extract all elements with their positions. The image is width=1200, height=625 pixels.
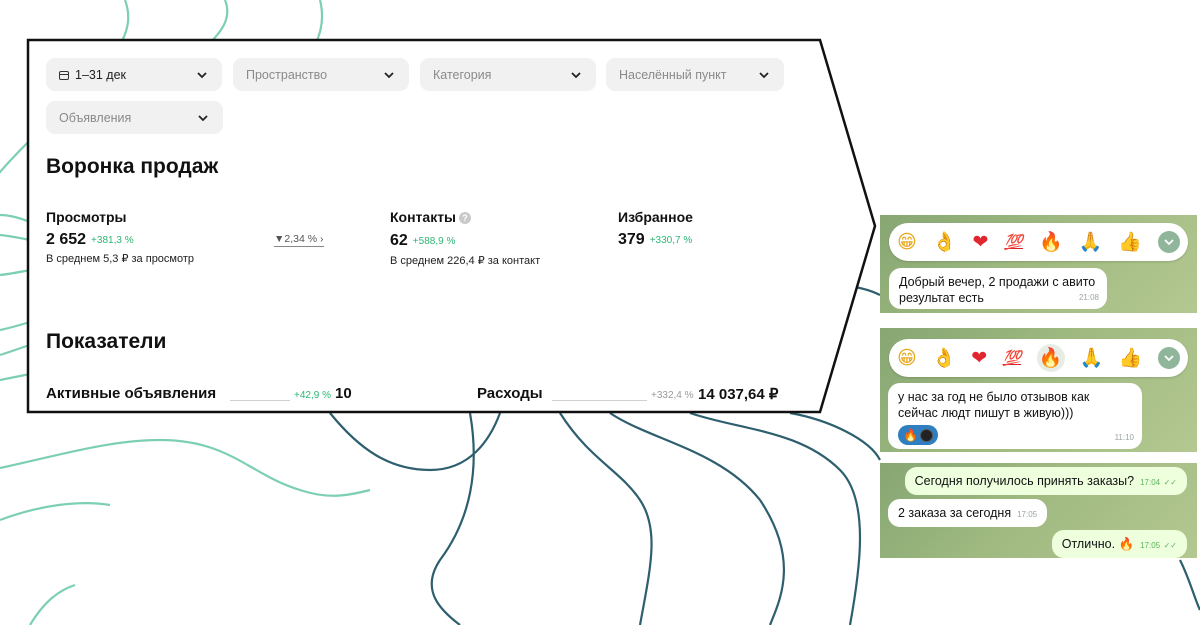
outgoing-message[interactable]: Отлично. 🔥 17:05 ✓✓ (1051, 530, 1187, 558)
calendar-icon (59, 71, 69, 80)
chevron-down-icon (1164, 239, 1174, 246)
chevron-down-icon (197, 71, 207, 78)
fire-emoji[interactable]: 🔥 (1039, 232, 1063, 252)
incoming-message[interactable]: у нас за год не было отзывов как сейчас … (888, 383, 1142, 449)
date-range-filter[interactable]: 1–31 дек (46, 58, 222, 91)
chevron-down-icon (384, 71, 394, 78)
views-subtext: В среднем 5,3 ₽ за просмотр (46, 253, 195, 265)
avatar (919, 428, 933, 442)
message-text: Добрый вечер, 2 продажи с авито результа… (899, 275, 1096, 305)
views-label: Просмотры (46, 209, 127, 225)
chat-screenshot-2: 😁 👌 ❤ 💯 🔥 🙏 👍 у нас за год не было отзыв… (880, 328, 1197, 452)
ok-hand-emoji[interactable]: 👌 (932, 348, 956, 368)
heart-emoji[interactable]: ❤ (972, 232, 988, 252)
ok-hand-emoji[interactable]: 👌 (933, 232, 957, 252)
chevron-down-icon (1164, 355, 1174, 362)
reaction-bar: 😁 👌 ❤ 💯 🔥 🙏 👍 (889, 223, 1188, 261)
chat-screenshot-1: 😁 👌 ❤ 💯 🔥 🙏 👍 Добрый вечер, 2 продажи с … (880, 215, 1197, 313)
city-filter[interactable]: Населённый пункт (606, 58, 784, 91)
city-filter-label: Населённый пункт (619, 67, 727, 82)
chevron-down-icon (571, 71, 581, 78)
favorites-value: 379 +330,7 % (618, 231, 692, 249)
favorites-delta: +330,7 % (649, 235, 693, 246)
conversion-value: 2,34 % (284, 233, 318, 245)
double-check-icon: ✓✓ (1163, 541, 1177, 550)
analytics-panel: 1–31 дек Пространство Категория Населённ… (30, 40, 860, 412)
hundred-emoji[interactable]: 💯 (1002, 350, 1021, 366)
message-time: 21:08 (1078, 293, 1099, 302)
pray-emoji[interactable]: 🙏 (1080, 348, 1104, 368)
pray-emoji[interactable]: 🙏 (1079, 232, 1103, 252)
message-text: у нас за год не было отзывов как сейчас … (898, 390, 1090, 420)
contacts-label: Контакты? (390, 209, 472, 225)
message-time: 17:05 (1017, 510, 1038, 519)
space-filter-label: Пространство (246, 67, 328, 82)
ads-filter-label: Объявления (59, 110, 132, 125)
date-range-label: 1–31 дек (75, 67, 126, 82)
contacts-label-text: Контакты (390, 209, 457, 225)
double-check-icon: ✓✓ (1163, 478, 1177, 487)
active-ads-value: 10 (335, 385, 352, 402)
funnel-title: Воронка продаж (46, 155, 219, 178)
heart-emoji[interactable]: ❤ (971, 348, 987, 368)
chevron-down-icon (198, 114, 208, 121)
grin-emoji[interactable]: 😁 (897, 232, 917, 252)
views-value: 2 652 +381,3 % (46, 231, 134, 249)
chat-screenshot-3: Сегодня получилось принять заказы? 17:04 … (880, 463, 1197, 558)
message-time: 11:10 (1114, 433, 1134, 442)
fire-emoji-selected[interactable]: 🔥 (1036, 344, 1065, 372)
grin-emoji[interactable]: 😁 (897, 348, 917, 368)
contacts-delta: +588,9 % (412, 236, 456, 247)
message-time: 17:05 (1140, 541, 1161, 550)
message-text: Сегодня получилось принять заказы? (914, 474, 1135, 488)
chevron-down-icon (759, 71, 769, 78)
active-ads-delta: +42,9 % (294, 390, 331, 401)
message-text: Отлично. 🔥 (1061, 537, 1135, 551)
outgoing-message[interactable]: Сегодня получилось принять заказы? 17:04 … (904, 467, 1187, 495)
expand-reactions-button[interactable] (1158, 231, 1180, 253)
views-number: 2 652 (46, 231, 87, 248)
ads-filter[interactable]: Объявления (46, 101, 223, 134)
favorites-number: 379 (618, 231, 645, 248)
expenses-label: Расходы (477, 385, 543, 402)
row-dotted-line (230, 400, 290, 401)
fire-icon: 🔥 (903, 428, 918, 442)
chevron-right-icon: › (320, 233, 324, 245)
category-filter-label: Категория (433, 67, 492, 82)
help-icon[interactable]: ? (459, 212, 472, 224)
expenses-value: 14 037,64 ₽ (698, 386, 779, 403)
active-ads-label: Активные объявления (46, 385, 217, 402)
contacts-number: 62 (390, 232, 408, 249)
thumbs-up-emoji[interactable]: 👍 (1118, 232, 1142, 252)
incoming-message[interactable]: 2 заказа за сегодня 17:05 (888, 499, 1048, 527)
message-reaction[interactable]: 🔥 (898, 425, 938, 445)
row-dotted-line (552, 400, 647, 401)
reaction-bar: 😁 👌 ❤ 💯 🔥 🙏 👍 (889, 339, 1188, 377)
conversion-link[interactable]: ▼2,34 % › (274, 233, 324, 247)
category-filter[interactable]: Категория (420, 58, 596, 91)
indicators-title: Показатели (46, 330, 167, 353)
space-filter[interactable]: Пространство (233, 58, 409, 91)
contacts-subtext: В среднем 226,4 ₽ за контакт (390, 255, 541, 267)
contacts-value: 62 +588,9 % (390, 232, 455, 250)
message-text: 2 заказа за сегодня (898, 506, 1012, 520)
incoming-message[interactable]: Добрый вечер, 2 продажи с авито результа… (889, 268, 1107, 309)
message-time: 17:04 (1140, 478, 1161, 487)
favorites-label: Избранное (618, 209, 693, 225)
expand-reactions-button[interactable] (1157, 347, 1180, 369)
hundred-emoji[interactable]: 💯 (1004, 234, 1023, 250)
expenses-delta: +332,4 % (651, 390, 694, 401)
views-delta: +381,3 % (91, 235, 134, 246)
funnel-icon: ▼ (274, 233, 285, 245)
thumbs-up-emoji[interactable]: 👍 (1119, 348, 1143, 368)
